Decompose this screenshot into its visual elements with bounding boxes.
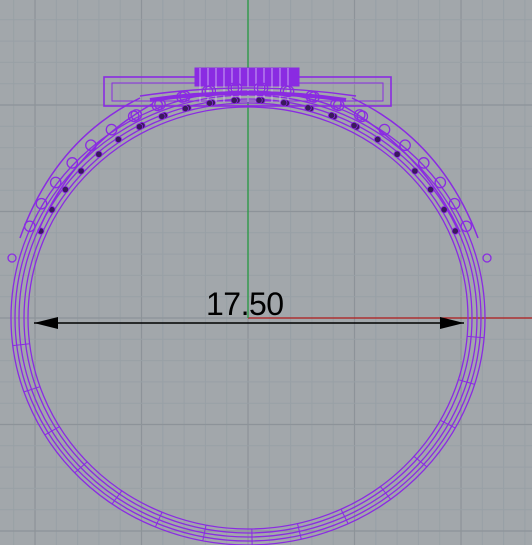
dimension-arrow-left-icon bbox=[34, 317, 58, 329]
dimension-value-label[interactable]: 17.50 bbox=[206, 286, 284, 322]
cad-viewport[interactable]: 17.50 bbox=[0, 0, 532, 545]
diameter-dimension[interactable] bbox=[0, 0, 532, 545]
dimension-arrow-right-icon bbox=[440, 317, 464, 329]
